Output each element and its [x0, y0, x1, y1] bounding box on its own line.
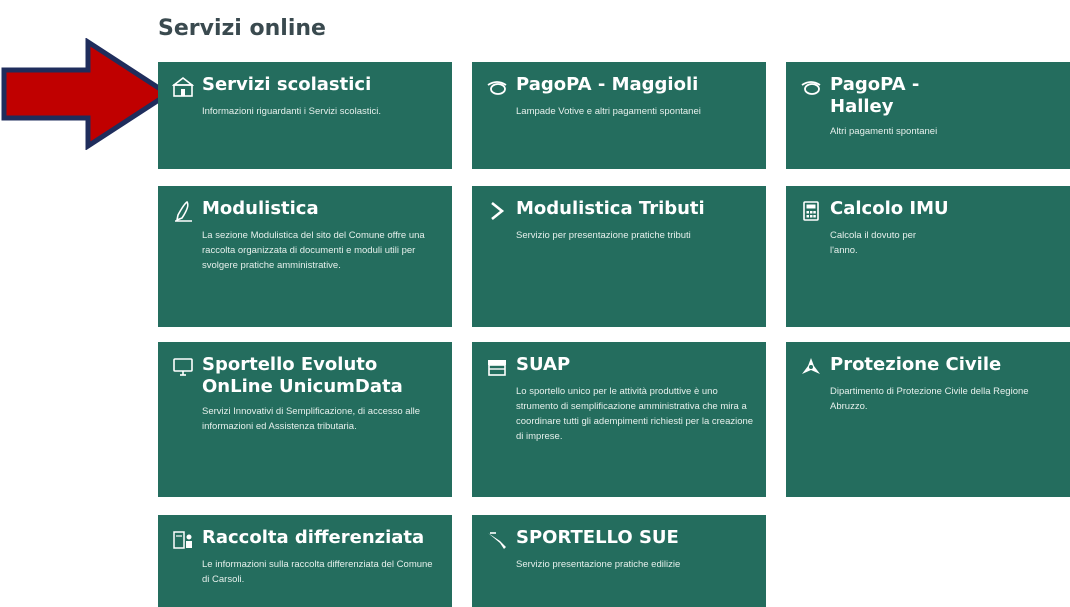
card-title: SUAP	[516, 354, 571, 375]
card-title: Modulistica Tributi	[516, 198, 705, 219]
building-tool-icon	[486, 529, 508, 551]
card-modulistica-tributi[interactable]: Modulistica Tributi Servizio per present…	[472, 186, 766, 327]
section-title: Servizi online	[158, 16, 326, 41]
chevron-right-icon	[486, 200, 508, 222]
card-description: Servizio presentazione pratiche edilizie	[516, 559, 681, 570]
card-servizi-scolastici[interactable]: Servizi scolastici Informazioni riguarda…	[158, 62, 452, 169]
card-description: Lo sportello unico per le attività produ…	[516, 386, 754, 442]
card-title: Modulistica	[202, 198, 319, 219]
card-calcolo-imu[interactable]: Calcolo IMU Calcola il dovuto per l'anno…	[786, 186, 1070, 327]
card-description: Calcola il dovuto per l'anno.	[830, 230, 917, 256]
card-modulistica[interactable]: Modulistica La sezione Modulistica del s…	[158, 186, 452, 327]
card-description: Servizio per presentazione pratiche trib…	[516, 230, 691, 241]
card-raccolta-differenziata[interactable]: Raccolta differenziata Le informazioni s…	[158, 515, 452, 607]
card-description: La sezione Modulistica del sito del Comu…	[202, 230, 425, 271]
card-description: Altri pagamenti spontanei	[830, 126, 938, 137]
card-title: Calcolo IMU	[830, 198, 949, 219]
pen-icon	[172, 200, 194, 222]
card-description: Dipartimento di Protezione Civile della …	[830, 386, 1029, 412]
pagopa-icon	[800, 76, 822, 98]
recycle-icon	[172, 529, 194, 551]
civil-protection-icon	[800, 356, 822, 378]
card-description: Informazioni riguardanti i Servizi scola…	[202, 106, 381, 117]
card-description: Le informazioni sulla raccolta differenz…	[202, 559, 433, 585]
card-title: SPORTELLO SUE	[516, 527, 679, 548]
card-description: Servizi Innovativi di Semplificazione, d…	[202, 406, 421, 432]
school-icon	[172, 76, 194, 98]
calculator-icon	[800, 200, 822, 222]
card-protezione-civile[interactable]: Protezione Civile Dipartimento di Protez…	[786, 342, 1070, 497]
card-title: PagoPA - Maggioli	[516, 74, 699, 95]
card-pagopa-maggioli[interactable]: PagoPA - Maggioli Lampade Votive e altri…	[472, 62, 766, 169]
card-sportello-sue[interactable]: SPORTELLO SUE Servizio presentazione pra…	[472, 515, 766, 607]
card-title: Sportello Evoluto OnLine UnicumData	[202, 354, 403, 397]
card-title: PagoPA - Halley	[830, 74, 920, 117]
pagopa-icon	[486, 76, 508, 98]
red-arrow-icon	[1, 38, 172, 150]
shop-icon	[486, 356, 508, 378]
card-sportello-evoluto[interactable]: Sportello Evoluto OnLine UnicumData Serv…	[158, 342, 452, 497]
monitor-icon	[172, 356, 194, 378]
card-suap[interactable]: SUAP Lo sportello unico per le attività …	[472, 342, 766, 497]
card-title: Raccolta differenziata	[202, 527, 425, 548]
card-description: Lampade Votive e altri pagamenti spontan…	[516, 106, 701, 117]
card-title: Servizi scolastici	[202, 74, 372, 95]
card-title: Protezione Civile	[830, 354, 1002, 375]
card-pagopa-halley[interactable]: PagoPA - Halley Altri pagamenti spontane…	[786, 62, 1070, 169]
